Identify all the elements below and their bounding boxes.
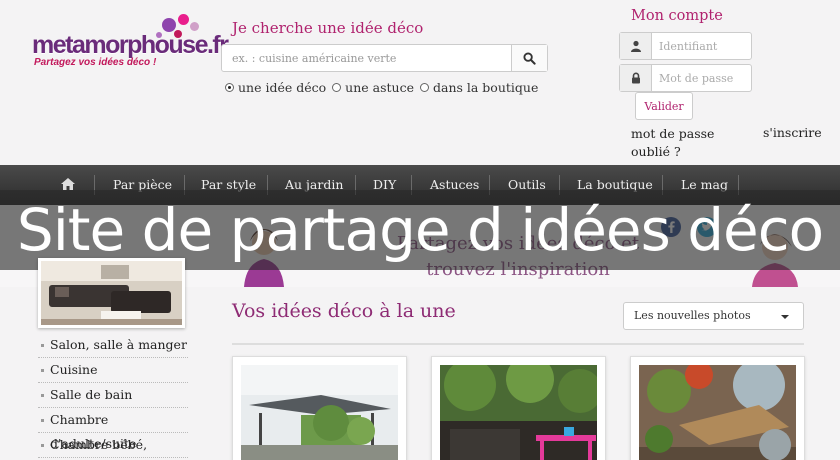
account-title: Mon compte — [631, 8, 723, 24]
logo-dot — [190, 22, 199, 31]
user-icon — [630, 40, 641, 52]
radio-button[interactable] — [225, 83, 234, 92]
radio-label: une astuce — [345, 80, 414, 95]
sidebar-item-chambre-enfant[interactable]: Chambre bébé, enfant — [38, 433, 188, 458]
idea-photo-garden-table — [440, 365, 597, 460]
radio-label: dans la boutique — [432, 80, 539, 95]
home-icon — [61, 178, 75, 190]
search-input[interactable] — [222, 45, 510, 71]
username-field — [619, 32, 752, 60]
signup-link[interactable]: s'inscrire — [763, 125, 822, 140]
logo-dot — [178, 14, 189, 25]
radio-button[interactable] — [332, 83, 342, 92]
user-addon — [620, 33, 652, 59]
lock-icon — [631, 72, 640, 84]
password-field — [619, 64, 752, 92]
logo-tagline: Partagez vos idées déco ! — [34, 57, 157, 68]
sidebar-item-salle-de-bain[interactable]: Salle de bain — [38, 383, 188, 408]
sidebar-item-chambre-adulte[interactable]: Chambre d'adulte/suite — [38, 408, 188, 451]
lock-addon — [620, 65, 652, 91]
idea-card[interactable] — [431, 356, 606, 460]
search-type-options: une idée déco une astuce dans la boutiqu… — [225, 80, 538, 95]
idea-photo-terrace — [241, 365, 398, 460]
validate-button[interactable]: Valider — [635, 92, 693, 120]
search-title: Je cherche une idée déco — [232, 19, 424, 37]
idea-card[interactable] — [630, 356, 805, 460]
search-button[interactable] — [511, 45, 547, 71]
living-room-photo — [41, 261, 182, 325]
radio-astuce[interactable]: une astuce — [332, 80, 414, 95]
sort-select-value: Les nouvelles photos — [634, 309, 751, 322]
sort-select[interactable]: Les nouvelles photos — [623, 302, 804, 330]
radio-idee-deco[interactable]: une idée déco — [225, 80, 326, 95]
search-box — [221, 44, 548, 72]
sidebar-room-list: Salon, salle à manger Cuisine Salle de b… — [38, 333, 188, 458]
password-input[interactable] — [653, 65, 751, 91]
radio-button[interactable] — [419, 83, 429, 92]
sidebar-item-salon[interactable]: Salon, salle à manger — [38, 333, 188, 358]
sidebar-room-image[interactable] — [38, 258, 185, 328]
idea-card[interactable] — [232, 356, 407, 460]
logo-dot — [162, 18, 176, 32]
featured-section-title: Vos idées déco à la une — [232, 300, 456, 322]
logo-text: metamorphouse.fr — [32, 31, 229, 59]
username-input[interactable] — [653, 33, 751, 59]
radio-boutique[interactable]: dans la boutique — [419, 80, 539, 95]
caret-down-icon — [781, 315, 789, 319]
forgot-password-link[interactable]: mot de passe oublié ? — [631, 125, 731, 161]
section-divider — [232, 343, 804, 345]
search-icon — [523, 51, 536, 65]
sidebar-item-cuisine[interactable]: Cuisine — [38, 358, 188, 383]
radio-label: une idée déco — [238, 80, 327, 95]
idea-photo-rock-garden — [639, 365, 796, 460]
site-logo[interactable]: metamorphouse.fr Partagez vos idées déco… — [32, 12, 229, 72]
